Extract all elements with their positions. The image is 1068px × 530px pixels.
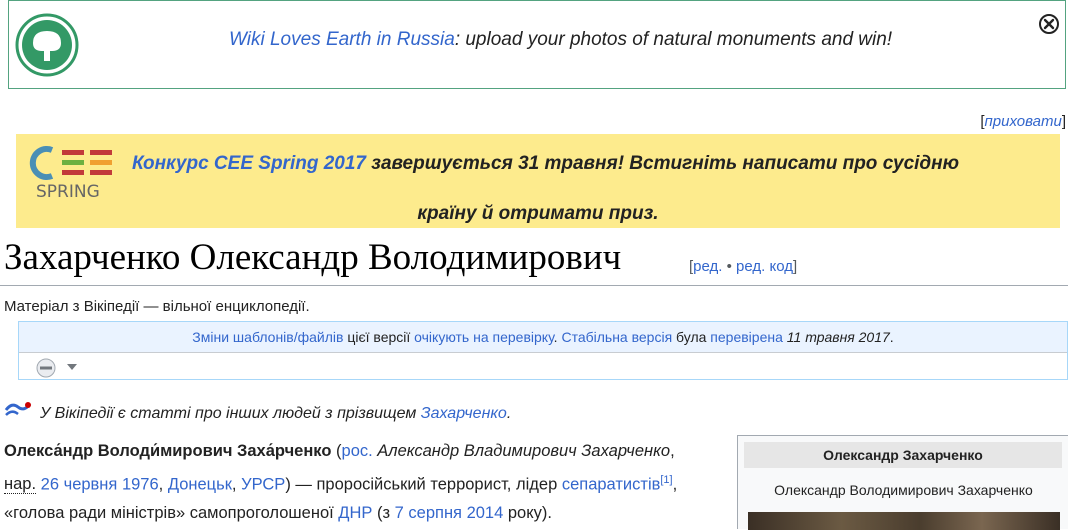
hide-link[interactable]: приховати [985,113,1062,130]
hide-banner: [приховати] [980,113,1066,130]
review-link-pending[interactable]: очікують на перевірку [414,329,554,345]
lead-paragraph: Олекса́ндр Володи́мирович Заха́рченко (р… [4,442,678,522]
infobox: Олександр Захарченко Олександр Володимир… [737,435,1068,530]
edit-source-link[interactable]: ред. код [736,258,793,275]
cee-link[interactable]: Конкурс CEE Spring 2017 [132,153,366,174]
site-subtitle: Матеріал з Вікіпедії — вільної енциклопе… [4,298,310,315]
hatnote-text: У Вікіпедії є статті про інших людей з п… [40,405,512,422]
chevron-down-icon[interactable] [67,364,77,370]
infobox-subtitle: Олександр Володимирович Захарченко [774,482,1033,498]
infobox-photo[interactable] [748,512,1060,530]
tree-logo-icon [15,13,79,77]
wle-message: Wiki Loves Earth in Russia: upload your … [229,29,893,50]
title-divider [0,285,1068,286]
separatists-link[interactable]: сепаратистів [562,475,661,493]
disambiguation-icon [4,402,32,416]
wle-banner: Wiki Loves Earth in Russia: upload your … [8,0,1066,89]
since-date-link[interactable]: 7 серпня 2014 [395,504,504,522]
close-icon[interactable] [1038,13,1060,35]
ref-1[interactable]: [1] [660,474,672,486]
city-link[interactable]: Донецьк [168,475,232,493]
hatnote-link[interactable]: Захарченко [421,405,507,422]
review-message: Зміни шаблонів/файлів цієї версії очікую… [19,322,1067,353]
lang-link[interactable]: рос. [342,442,373,460]
minus-circle-icon[interactable] [36,358,56,378]
review-notice: Зміни шаблонів/файлів цієї версії очікую… [18,321,1068,380]
cee-logo-text: SPRING [36,182,100,200]
wle-link[interactable]: Wiki Loves Earth in Russia [229,29,455,50]
review-link-checked[interactable]: перевірена [710,329,783,345]
review-link-stable[interactable]: Стабільна версія [561,329,672,345]
born-abbr: нар. [4,475,37,494]
edit-link[interactable]: ред. [693,258,722,275]
infobox-title: Олександр Захарченко [744,442,1062,468]
page-title: Захарченко Олександр Володимирович [4,237,622,278]
cee-message-line2: країну й отримати приз. [417,203,659,224]
subject-name: Олекса́ндр Володи́мирович Заха́рченко [4,442,332,460]
country-link[interactable]: УРСР [241,475,285,493]
birthdate-link[interactable]: 26 червня 1976 [41,475,159,493]
review-link-templates[interactable]: Зміни шаблонів/файлів [192,329,343,345]
review-toggle-row [19,353,1067,381]
cee-message-line1: Конкурс CEE Spring 2017 завершується 31 … [132,153,960,174]
cee-spring-banner: SPRING Конкурс CEE Spring 2017 завершуєт… [16,134,1060,228]
dnr-link[interactable]: ДНР [338,504,372,522]
title-edit-links: [ред. • ред. код] [689,258,798,275]
cee-spring-logo-icon: SPRING [29,146,112,200]
